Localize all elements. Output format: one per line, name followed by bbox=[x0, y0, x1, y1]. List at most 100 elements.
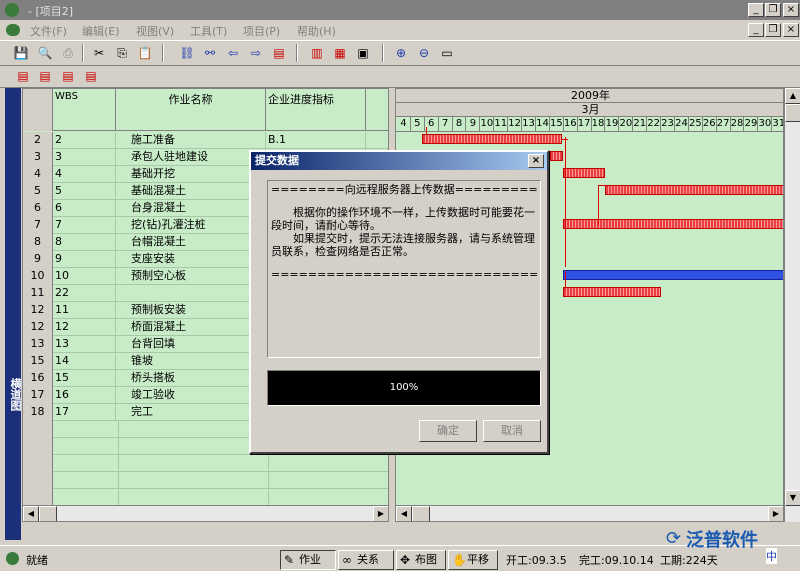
table-row[interactable]: 2 2 施工准备 B.1 bbox=[23, 132, 388, 149]
tab-activity[interactable]: ✎ 作业 bbox=[280, 550, 336, 570]
zoom-out-icon[interactable]: ⊖ bbox=[415, 44, 433, 62]
print-preview-icon[interactable]: 🔍 bbox=[36, 44, 54, 62]
doc-minimize-icon[interactable]: _ bbox=[748, 23, 764, 37]
tab-relation[interactable]: ∞ 关系 bbox=[338, 550, 394, 570]
row-number[interactable]: 6 bbox=[23, 200, 53, 217]
side-tab[interactable]: 横道图 bbox=[5, 88, 22, 540]
scroll-down-icon[interactable]: ▼ bbox=[785, 490, 800, 506]
view4-icon[interactable]: ▤ bbox=[82, 67, 100, 85]
scroll-left-icon[interactable]: ◀ bbox=[23, 506, 39, 521]
name-header[interactable]: 作业名称 bbox=[116, 89, 266, 131]
gantt-bar-task-5[interactable] bbox=[605, 185, 783, 195]
paste-icon[interactable]: 📋 bbox=[136, 44, 154, 62]
tab-pan[interactable]: ✋ 平移 bbox=[448, 550, 498, 570]
menu-project[interactable]: 项目(P) bbox=[243, 23, 280, 39]
name-cell[interactable]: 台帽混凝土 bbox=[116, 234, 266, 251]
name-cell[interactable] bbox=[116, 285, 266, 302]
wbs-cell[interactable]: 9 bbox=[53, 251, 116, 268]
row-number[interactable]: 7 bbox=[23, 217, 53, 234]
wbs-cell[interactable]: 7 bbox=[53, 217, 116, 234]
name-cell[interactable]: 完工 bbox=[116, 404, 266, 421]
gantt-scroll-right-icon[interactable]: ▶ bbox=[768, 506, 783, 521]
scroll-thumb[interactable] bbox=[39, 506, 57, 521]
name-cell[interactable]: 预制板安装 bbox=[116, 302, 266, 319]
row-number[interactable]: 4 bbox=[23, 166, 53, 183]
wbs-cell[interactable]: 17 bbox=[53, 404, 116, 421]
cancel-button[interactable]: 取消 bbox=[483, 420, 541, 442]
ime-indicator[interactable]: 中 bbox=[766, 548, 777, 564]
fit-icon[interactable]: ▭ bbox=[438, 44, 456, 62]
gantt-bar-task-2[interactable] bbox=[422, 134, 562, 144]
progress-cell[interactable]: B.1 bbox=[266, 132, 366, 149]
close-icon[interactable]: × bbox=[783, 3, 799, 17]
network-icon[interactable]: ▦ bbox=[331, 44, 349, 62]
wbs-cell[interactable]: 16 bbox=[53, 387, 116, 404]
row-number[interactable]: 8 bbox=[23, 234, 53, 251]
wbs-cell[interactable]: 5 bbox=[53, 183, 116, 200]
wbs-cell[interactable]: 14 bbox=[53, 353, 116, 370]
scroll-right-icon[interactable]: ▶ bbox=[373, 506, 388, 521]
arrow-right-icon[interactable]: ⇨ bbox=[247, 44, 265, 62]
row-number[interactable]: 13 bbox=[23, 336, 53, 353]
restore-icon[interactable]: ❐ bbox=[765, 3, 781, 17]
gantt-horizontal-scrollbar[interactable]: ◀ ▶ bbox=[396, 505, 783, 521]
view3-icon[interactable]: ▤ bbox=[59, 67, 77, 85]
wbs-cell[interactable]: 10 bbox=[53, 268, 116, 285]
wbs-cell[interactable]: 13 bbox=[53, 336, 116, 353]
row-number[interactable]: 2 bbox=[23, 132, 53, 149]
gantt-bar-task-10[interactable] bbox=[563, 270, 783, 280]
name-cell[interactable]: 挖(钻)孔灌注桩 bbox=[116, 217, 266, 234]
row-number[interactable]: 9 bbox=[23, 251, 53, 268]
wbs-cell[interactable]: 4 bbox=[53, 166, 116, 183]
name-cell[interactable]: 锥坡 bbox=[116, 353, 266, 370]
name-cell[interactable]: 基础混凝土 bbox=[116, 183, 266, 200]
calendar-icon[interactable]: ▣ bbox=[354, 44, 372, 62]
row-number[interactable]: 11 bbox=[23, 285, 53, 302]
gantt-bar-task-22[interactable] bbox=[563, 287, 661, 297]
row-number[interactable]: 18 bbox=[23, 404, 53, 421]
wbs-cell[interactable]: 3 bbox=[53, 149, 116, 166]
gantt-icon[interactable]: ▤ bbox=[270, 44, 288, 62]
row-number[interactable]: 3 bbox=[23, 149, 53, 166]
name-cell[interactable]: 台背回填 bbox=[116, 336, 266, 353]
gantt-bar-task-4[interactable] bbox=[563, 168, 605, 178]
name-cell[interactable]: 桥头搭板 bbox=[116, 370, 266, 387]
gantt-bar-task-3[interactable] bbox=[550, 151, 563, 161]
row-number[interactable]: 16 bbox=[23, 370, 53, 387]
print-icon[interactable]: ⎙ bbox=[59, 44, 77, 62]
doc-close-icon[interactable]: × bbox=[783, 23, 799, 37]
menu-file[interactable]: 文件(F) bbox=[30, 23, 67, 39]
menu-help[interactable]: 帮助(H) bbox=[297, 23, 336, 39]
row-number[interactable]: 17 bbox=[23, 387, 53, 404]
name-cell[interactable]: 桥面混凝土 bbox=[116, 319, 266, 336]
minimize-icon[interactable]: _ bbox=[748, 3, 764, 17]
menu-view[interactable]: 视图(V) bbox=[136, 23, 174, 39]
name-cell[interactable]: 预制空心板 bbox=[116, 268, 266, 285]
ok-button[interactable]: 确定 bbox=[419, 420, 477, 442]
tab-layout[interactable]: ✥ 布图 bbox=[396, 550, 446, 570]
name-cell[interactable]: 台身混凝土 bbox=[116, 200, 266, 217]
table-icon[interactable]: ▥ bbox=[308, 44, 326, 62]
row-number[interactable]: 12 bbox=[23, 319, 53, 336]
dialog-close-icon[interactable]: × bbox=[528, 154, 544, 168]
gantt-bar-task-7[interactable] bbox=[563, 219, 783, 229]
gantt-scroll-left-icon[interactable]: ◀ bbox=[396, 506, 412, 521]
name-cell[interactable]: 支座安装 bbox=[116, 251, 266, 268]
row-number[interactable]: 10 bbox=[23, 268, 53, 285]
wbs-cell[interactable]: 6 bbox=[53, 200, 116, 217]
gantt-scroll-thumb[interactable] bbox=[412, 506, 430, 521]
row-number[interactable]: 5 bbox=[23, 183, 53, 200]
doc-restore-icon[interactable]: ❐ bbox=[765, 23, 781, 37]
copy-icon[interactable]: ⎘ bbox=[113, 44, 131, 62]
menu-edit[interactable]: 编辑(E) bbox=[82, 23, 120, 39]
progress-header[interactable]: 企业进度指标 bbox=[266, 89, 366, 131]
wbs-cell[interactable]: 22 bbox=[53, 285, 116, 302]
view1-icon[interactable]: ▤ bbox=[14, 67, 32, 85]
scroll-vthumb[interactable] bbox=[785, 104, 800, 122]
wbs-cell[interactable]: 8 bbox=[53, 234, 116, 251]
name-cell[interactable]: 基础开挖 bbox=[116, 166, 266, 183]
cut-icon[interactable]: ✂ bbox=[90, 44, 108, 62]
wbs-header[interactable]: WBS bbox=[53, 89, 116, 131]
name-cell[interactable]: 施工准备 bbox=[116, 132, 266, 149]
name-cell[interactable]: 竣工验收 bbox=[116, 387, 266, 404]
